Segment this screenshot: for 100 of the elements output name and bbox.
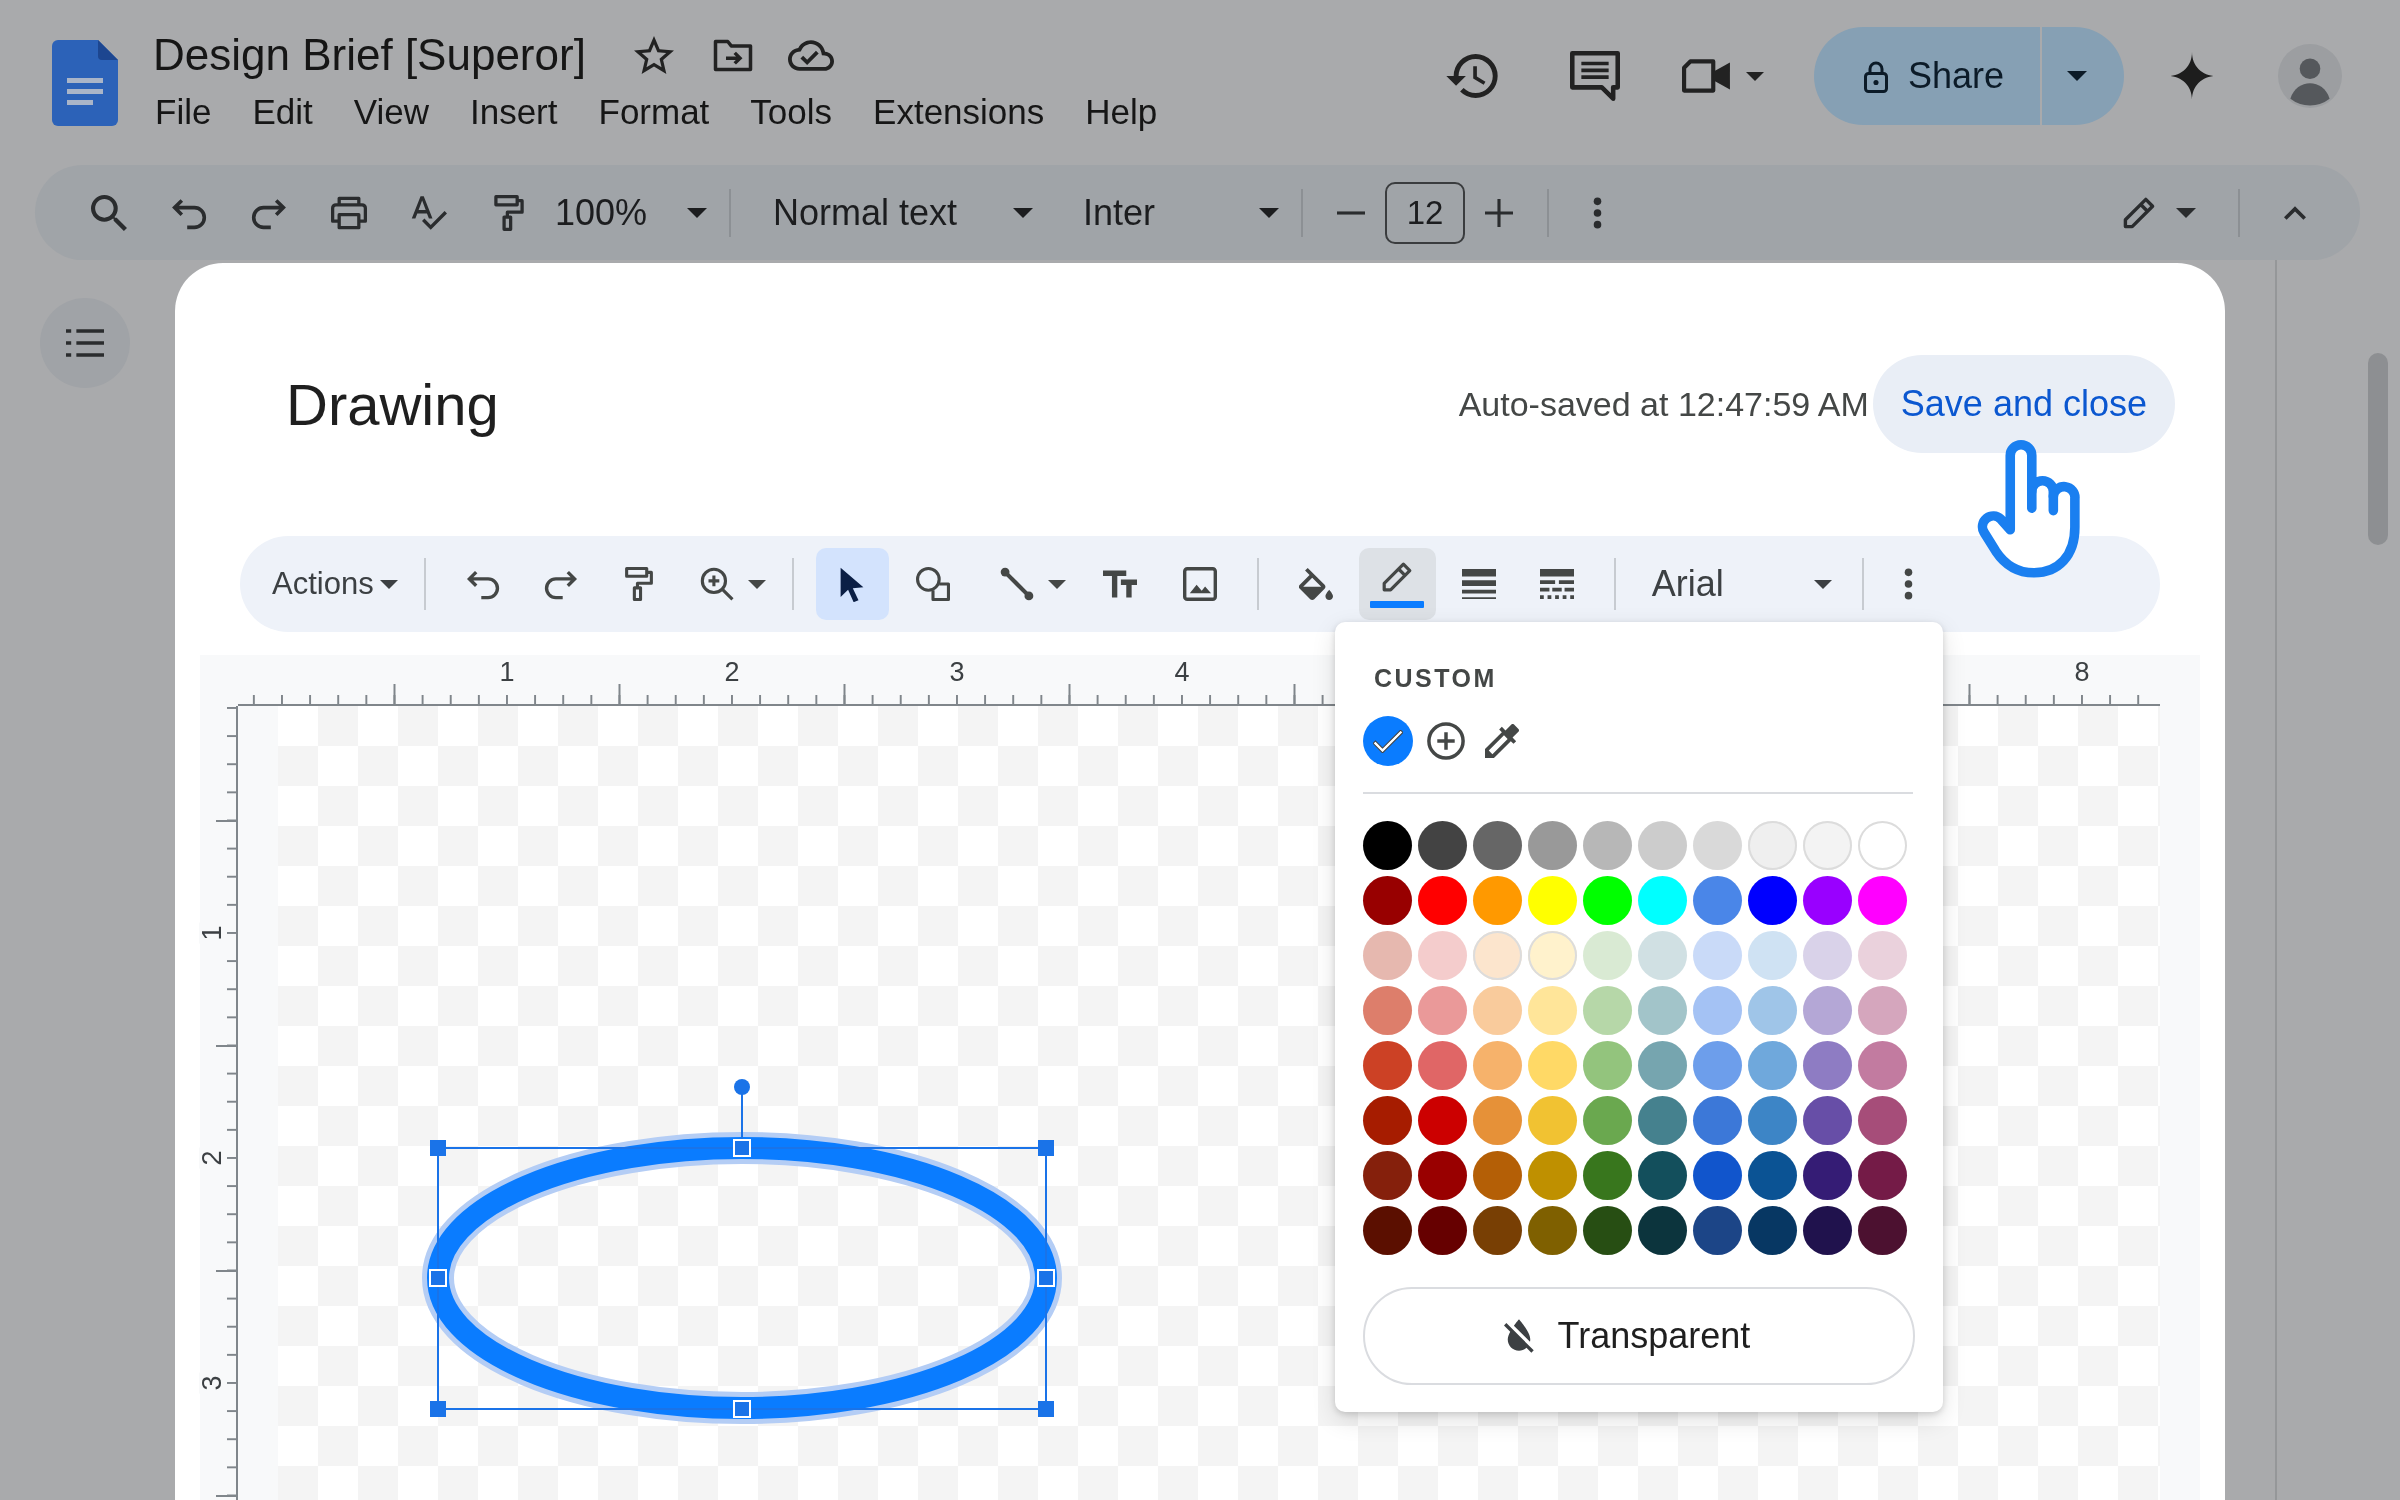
resize-handle[interactable] bbox=[1038, 1401, 1054, 1417]
color-swatch[interactable] bbox=[1418, 821, 1467, 870]
color-swatch[interactable] bbox=[1473, 821, 1522, 870]
color-swatch[interactable] bbox=[1693, 931, 1742, 980]
color-swatch[interactable] bbox=[1473, 1096, 1522, 1145]
menu-item[interactable]: File bbox=[155, 92, 212, 132]
color-swatch[interactable] bbox=[1363, 1096, 1412, 1145]
color-swatch[interactable] bbox=[1418, 1041, 1467, 1090]
color-swatch[interactable] bbox=[1473, 1041, 1522, 1090]
menu-item[interactable]: Insert bbox=[469, 92, 558, 132]
color-swatch[interactable] bbox=[1748, 1151, 1797, 1200]
color-swatch[interactable] bbox=[1858, 1206, 1907, 1255]
color-swatch[interactable] bbox=[1363, 1151, 1412, 1200]
font-dropdown[interactable]: Arial bbox=[1633, 554, 1844, 614]
menu-item[interactable]: Tools bbox=[750, 92, 833, 132]
line-color-button[interactable] bbox=[1358, 548, 1436, 620]
color-swatch[interactable] bbox=[1363, 716, 1413, 766]
color-swatch[interactable] bbox=[1528, 1041, 1577, 1090]
color-swatch[interactable] bbox=[1858, 876, 1907, 925]
docs-logo-icon[interactable] bbox=[52, 40, 118, 126]
color-swatch[interactable] bbox=[1748, 1041, 1797, 1090]
color-swatch[interactable] bbox=[1583, 821, 1632, 870]
color-swatch[interactable] bbox=[1858, 1151, 1907, 1200]
color-swatch[interactable] bbox=[1638, 1151, 1687, 1200]
style-dropdown[interactable]: Normal text bbox=[773, 182, 1033, 243]
color-swatch[interactable] bbox=[1528, 1096, 1577, 1145]
save-and-close-button[interactable]: Save and close bbox=[1872, 355, 2175, 453]
color-swatch[interactable] bbox=[1858, 821, 1907, 870]
actions-menu-button[interactable]: Actions bbox=[264, 554, 406, 614]
color-swatch[interactable] bbox=[1803, 1041, 1852, 1090]
scrollbar-thumb[interactable] bbox=[2368, 353, 2388, 545]
color-swatch[interactable] bbox=[1748, 876, 1797, 925]
color-swatch[interactable] bbox=[1858, 1041, 1907, 1090]
color-swatch[interactable] bbox=[1638, 1206, 1687, 1255]
color-swatch[interactable] bbox=[1583, 1041, 1632, 1090]
color-swatch[interactable] bbox=[1583, 931, 1632, 980]
color-swatch[interactable] bbox=[1748, 1096, 1797, 1145]
menu-item[interactable]: Help bbox=[1085, 92, 1158, 132]
line-dash-icon[interactable] bbox=[1539, 567, 1574, 601]
color-swatch[interactable] bbox=[1693, 1206, 1742, 1255]
color-swatch[interactable] bbox=[1418, 1151, 1467, 1200]
menu-item[interactable]: Extensions bbox=[873, 92, 1045, 132]
color-swatch[interactable] bbox=[1748, 821, 1797, 870]
color-swatch[interactable] bbox=[1803, 1206, 1852, 1255]
fill-bucket-icon[interactable] bbox=[1298, 567, 1333, 601]
color-swatch[interactable] bbox=[1858, 1096, 1907, 1145]
transparent-button[interactable]: Transparent bbox=[1363, 1287, 1915, 1385]
image-icon[interactable] bbox=[1182, 567, 1217, 601]
color-swatch[interactable] bbox=[1803, 1151, 1852, 1200]
document-title[interactable]: Design Brief [Superor] bbox=[153, 30, 586, 80]
resize-handle[interactable] bbox=[733, 1139, 751, 1157]
color-swatch[interactable] bbox=[1803, 821, 1852, 870]
add-circle-icon[interactable] bbox=[1427, 722, 1465, 760]
color-swatch[interactable] bbox=[1583, 876, 1632, 925]
color-swatch[interactable] bbox=[1803, 931, 1852, 980]
color-swatch[interactable] bbox=[1363, 986, 1412, 1035]
color-swatch[interactable] bbox=[1418, 1206, 1467, 1255]
comment-icon[interactable] bbox=[1570, 51, 1620, 101]
color-swatch[interactable] bbox=[1693, 986, 1742, 1035]
star-icon[interactable] bbox=[633, 36, 674, 74]
menu-item[interactable]: Format bbox=[598, 92, 710, 132]
font-size-field[interactable]: 12 bbox=[1385, 181, 1465, 244]
menu-item[interactable]: View bbox=[353, 92, 429, 132]
spellcheck-icon[interactable] bbox=[411, 194, 447, 231]
plus-icon[interactable] bbox=[1485, 198, 1513, 227]
color-swatch[interactable] bbox=[1748, 931, 1797, 980]
color-swatch[interactable] bbox=[1473, 931, 1522, 980]
color-swatch[interactable] bbox=[1418, 1096, 1467, 1145]
color-swatch[interactable] bbox=[1858, 931, 1907, 980]
more-icon[interactable] bbox=[1593, 196, 1602, 229]
line-weight-icon[interactable] bbox=[1461, 567, 1496, 601]
color-swatch[interactable] bbox=[1528, 821, 1577, 870]
color-swatch[interactable] bbox=[1583, 1151, 1632, 1200]
resize-handle[interactable] bbox=[1038, 1140, 1054, 1156]
resize-handle[interactable] bbox=[1037, 1269, 1055, 1287]
color-swatch[interactable] bbox=[1528, 931, 1577, 980]
print-icon[interactable] bbox=[331, 194, 367, 231]
color-swatch[interactable] bbox=[1363, 821, 1412, 870]
color-swatch[interactable] bbox=[1473, 986, 1522, 1035]
cloud-check-icon[interactable] bbox=[787, 39, 834, 71]
color-swatch[interactable] bbox=[1583, 986, 1632, 1035]
search-icon[interactable] bbox=[91, 194, 127, 231]
resize-handle[interactable] bbox=[429, 1269, 447, 1287]
share-button[interactable]: Share bbox=[1814, 27, 2040, 125]
zoom-dropdown[interactable]: 100% bbox=[555, 182, 707, 243]
resize-handle[interactable] bbox=[733, 1400, 751, 1418]
color-swatch[interactable] bbox=[1418, 931, 1467, 980]
minus-icon[interactable] bbox=[1337, 210, 1365, 215]
color-swatch[interactable] bbox=[1693, 1151, 1742, 1200]
chevron-up-icon[interactable] bbox=[2284, 205, 2306, 220]
color-swatch[interactable] bbox=[1363, 1206, 1412, 1255]
color-swatch[interactable] bbox=[1638, 931, 1687, 980]
color-swatch[interactable] bbox=[1748, 986, 1797, 1035]
menu-item[interactable]: Edit bbox=[252, 92, 313, 132]
font-dropdown[interactable]: Inter bbox=[1083, 182, 1279, 243]
eyedropper-icon[interactable] bbox=[1485, 724, 1519, 758]
color-swatch[interactable] bbox=[1528, 876, 1577, 925]
color-swatch[interactable] bbox=[1748, 1206, 1797, 1255]
color-swatch[interactable] bbox=[1528, 1151, 1577, 1200]
color-swatch[interactable] bbox=[1638, 821, 1687, 870]
